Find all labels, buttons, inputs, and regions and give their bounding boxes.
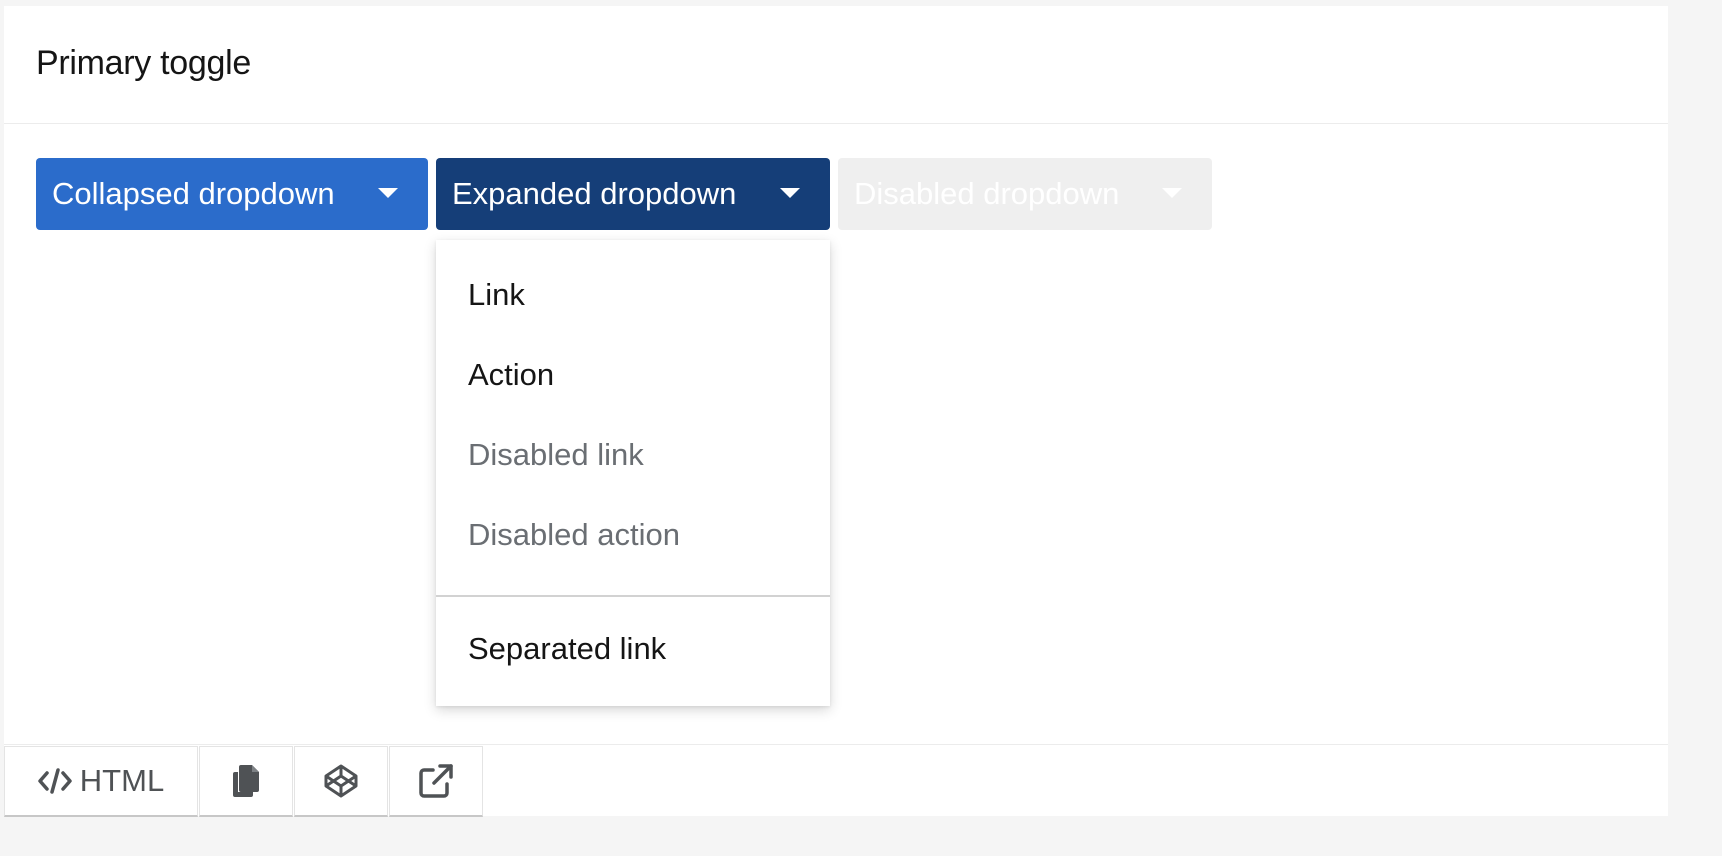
caret-down-icon [378, 188, 398, 198]
menu-item-separated-link[interactable]: Separated link [468, 631, 666, 667]
expanded-dropdown-toggle[interactable]: Expanded dropdown [436, 158, 830, 230]
disabled-dropdown-toggle: Disabled dropdown [838, 158, 1212, 230]
copy-code-button[interactable] [199, 746, 293, 817]
copy-icon [231, 764, 261, 798]
view-html-button[interactable]: HTML [4, 746, 198, 817]
code-toolbar: HTML [4, 746, 484, 817]
collapsed-dropdown-toggle[interactable]: Collapsed dropdown [36, 158, 428, 230]
caret-down-icon [780, 188, 800, 198]
card-header: Primary toggle [4, 6, 1668, 124]
expanded-dropdown-label: Expanded dropdown [452, 176, 737, 211]
external-link-icon [419, 764, 453, 798]
example-card: Primary toggle Collapsed dropdown Expand… [4, 6, 1668, 817]
menu-item-disabled-action: Disabled action [468, 517, 680, 552]
footer-divider [4, 744, 1668, 745]
collapsed-dropdown-label: Collapsed dropdown [52, 176, 335, 211]
card-title: Primary toggle [36, 44, 251, 82]
open-codepen-button[interactable] [294, 746, 388, 817]
menu-item-link[interactable]: Link [468, 277, 525, 313]
open-in-new-window-button[interactable] [389, 746, 483, 817]
menu-item-disabled-link: Disabled link [468, 437, 644, 472]
disabled-dropdown-label: Disabled dropdown [854, 176, 1120, 211]
codepen-icon [324, 764, 358, 798]
menu-divider [436, 595, 830, 597]
code-icon [38, 768, 72, 794]
html-label: HTML [79, 763, 165, 798]
caret-down-icon [1162, 188, 1182, 198]
dropdown-menu: Link Action Disabled link Disabled actio… [436, 240, 830, 706]
menu-item-action[interactable]: Action [468, 357, 554, 393]
